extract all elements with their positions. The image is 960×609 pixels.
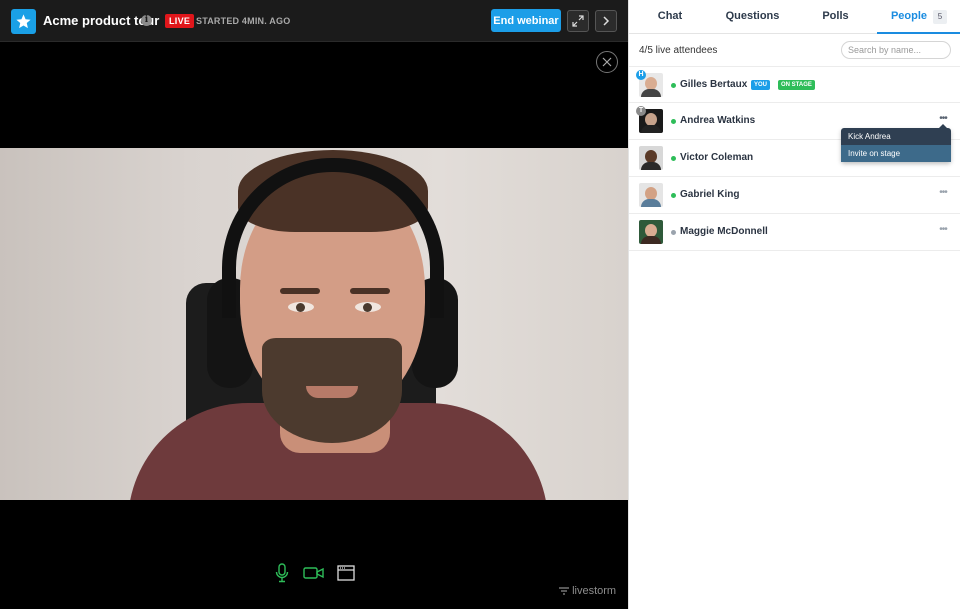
- person-row[interactable]: Maggie McDonnell •••: [629, 214, 960, 251]
- person-name: Victor Coleman: [680, 152, 754, 163]
- collapse-panel-button[interactable]: [595, 10, 617, 32]
- online-status-icon: [671, 83, 676, 88]
- camera-icon[interactable]: [303, 563, 325, 583]
- video-eye-right: [355, 302, 381, 312]
- chevron-right-icon: [603, 16, 610, 26]
- tab-polls-label: Polls: [822, 10, 849, 22]
- fullscreen-button[interactable]: [567, 10, 589, 32]
- tab-chat[interactable]: Chat: [629, 0, 711, 34]
- tab-chat-label: Chat: [657, 10, 683, 22]
- on-stage-tag: ON STAGE: [778, 80, 815, 90]
- tab-polls[interactable]: Polls: [794, 0, 877, 34]
- online-status-icon: [671, 119, 676, 124]
- avatar: [639, 183, 663, 207]
- filter-lines-icon: [559, 587, 569, 595]
- attendee-options-menu: Kick Andrea Invite on stage: [841, 124, 951, 162]
- video-eye-left: [288, 302, 314, 312]
- close-icon: [602, 57, 612, 67]
- app: Acme product tour i LIVE STARTED 4MIN. A…: [0, 0, 960, 609]
- avatar-body: [641, 89, 661, 97]
- person-row[interactable]: Gabriel King •••: [629, 177, 960, 214]
- online-status-icon: [671, 193, 676, 198]
- avatar-body: [641, 125, 661, 133]
- kick-attendee-item[interactable]: Kick Andrea: [841, 128, 951, 145]
- tab-people[interactable]: People 5: [877, 0, 960, 34]
- media-controls: [0, 555, 628, 591]
- person-row[interactable]: H Gilles Bertaux YOU ON STAGE: [629, 66, 960, 103]
- avatar-body: [641, 199, 661, 207]
- person-name: Gilles Bertaux: [680, 79, 748, 90]
- video-brow-right: [350, 288, 390, 294]
- microphone-icon[interactable]: [271, 563, 293, 583]
- screen-share-icon[interactable]: [335, 563, 357, 583]
- end-webinar-button[interactable]: End webinar: [491, 9, 561, 32]
- more-options-icon[interactable]: •••: [936, 225, 950, 235]
- you-tag: YOU: [751, 80, 771, 90]
- video-brow-left: [280, 288, 320, 294]
- expand-icon: [572, 15, 584, 27]
- person-name: Andrea Watkins: [680, 115, 756, 126]
- close-stage-button[interactable]: [596, 51, 618, 73]
- offline-status-icon: [671, 230, 676, 235]
- more-options-icon[interactable]: •••: [936, 188, 950, 198]
- star-logo-icon[interactable]: [11, 9, 36, 34]
- live-attendees-count: 4/5 live attendees: [639, 45, 718, 56]
- avatar: [639, 146, 663, 170]
- host-badge: H: [636, 70, 646, 80]
- live-badge: LIVE: [165, 14, 195, 28]
- avatar-body: [641, 236, 661, 244]
- invite-on-stage-item[interactable]: Invite on stage: [841, 145, 951, 162]
- person-name: Gabriel King: [680, 189, 740, 200]
- info-icon[interactable]: i: [141, 15, 152, 26]
- people-count-badge: 5: [933, 10, 948, 24]
- brand-label: livestorm: [572, 585, 617, 597]
- started-time: STARTED 4MIN. AGO: [196, 16, 291, 26]
- presenter-video: [0, 148, 628, 500]
- video-mouth: [306, 386, 358, 398]
- panel-tabs: Chat Questions Polls People 5: [629, 0, 960, 34]
- team-badge: T: [636, 106, 646, 116]
- search-input[interactable]: [841, 41, 951, 59]
- person-name: Maggie McDonnell: [680, 226, 768, 237]
- more-options-icon[interactable]: •••: [936, 114, 950, 124]
- tab-questions-label: Questions: [725, 10, 780, 22]
- tab-people-label: People: [890, 10, 928, 22]
- webinar-stage: Acme product tour i LIVE STARTED 4MIN. A…: [0, 0, 628, 609]
- top-bar: Acme product tour i LIVE STARTED 4MIN. A…: [0, 0, 628, 42]
- avatar: [639, 220, 663, 244]
- livestorm-brand: livestorm: [559, 585, 616, 597]
- side-panel: Chat Questions Polls People 5 4/5 live at…: [628, 0, 960, 609]
- tab-questions[interactable]: Questions: [711, 0, 794, 34]
- avatar-body: [641, 162, 661, 170]
- online-status-icon: [671, 156, 676, 161]
